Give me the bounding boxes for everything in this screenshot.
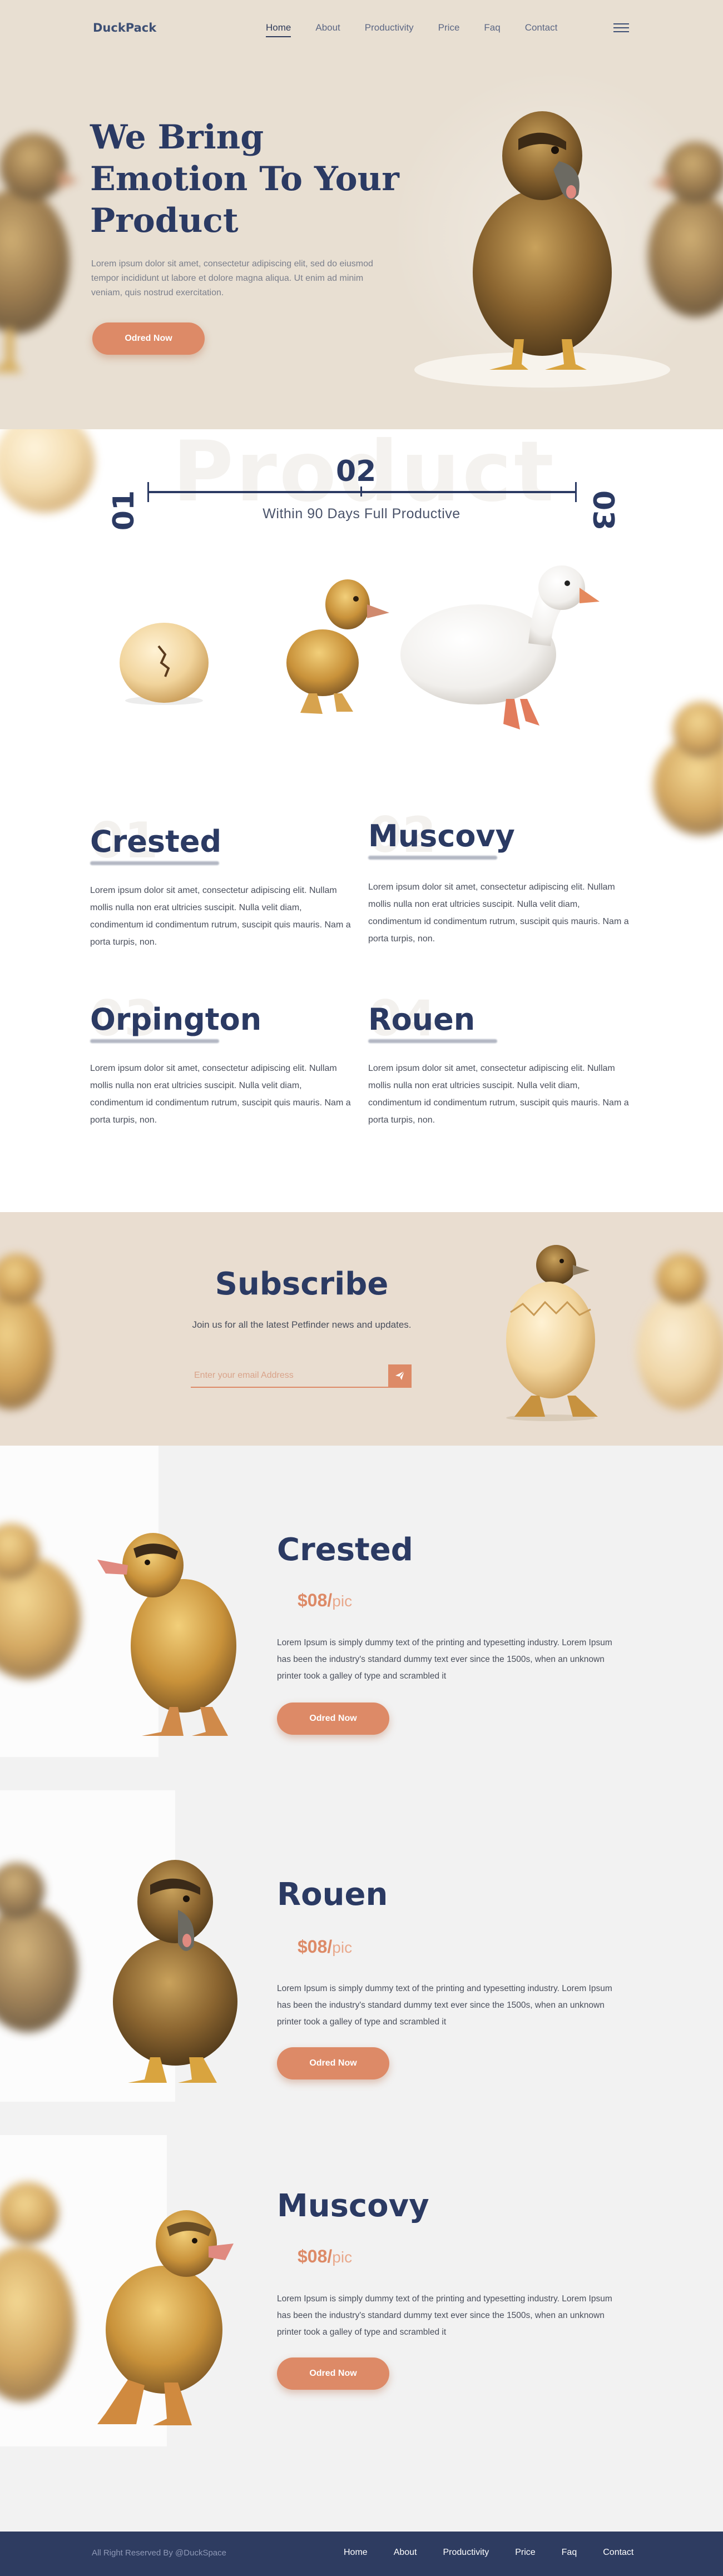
- product-duck-image: [97, 2210, 234, 2425]
- nav-links: Home About Productivity Price Faq Contac…: [266, 22, 582, 37]
- blurred-duck-image: [0, 1254, 53, 1409]
- top-navigation: DuckPack Home About Productivity Price F…: [0, 0, 723, 56]
- nav-item-productivity[interactable]: Productivity: [365, 22, 414, 33]
- order-now-button[interactable]: Odred Now: [277, 2047, 389, 2079]
- subscribe-section: Subscribe Join us for all the latest Pet…: [0, 1212, 723, 1446]
- blurred-duck-image: [653, 702, 723, 835]
- product-description: Lorem Ipsum is simply dummy text of the …: [277, 2294, 612, 2337]
- blurred-duck-image: [0, 133, 78, 373]
- nav-item-about[interactable]: About: [315, 22, 340, 33]
- footer: All Right Reserved By @DuckSpace Home Ab…: [0, 2532, 723, 2576]
- paper-plane-icon[interactable]: [388, 1364, 412, 1387]
- copyright-text: All Right Reserved By @DuckSpace: [92, 2548, 226, 2558]
- hero-title: We Bring Emotion To Your Product: [90, 117, 402, 242]
- order-now-button[interactable]: Odred Now: [277, 2357, 389, 2390]
- product-price: $08/pic: [298, 2246, 352, 2267]
- hero-title-line: We Bring: [90, 118, 264, 157]
- hamburger-icon[interactable]: [613, 23, 629, 33]
- product-duck-image: [97, 1533, 236, 1736]
- breed-description: Lorem ipsum dolor sit amet, consectetur …: [90, 1064, 351, 1125]
- price-unit: pic: [332, 2249, 353, 2266]
- product-description: Lorem Ipsum is simply dummy text of the …: [277, 1984, 612, 2027]
- price-unit: pic: [332, 1939, 353, 1956]
- price-unit: pic: [332, 1592, 353, 1610]
- product-card: Crested $08/pic Lorem Ipsum is simply du…: [0, 1446, 723, 1757]
- breed-underline: [90, 1039, 219, 1043]
- order-now-button[interactable]: Odred Now: [92, 322, 205, 355]
- breed-description: Lorem ipsum dolor sit amet, consectetur …: [368, 1064, 629, 1125]
- products-section: Crested $08/pic Lorem Ipsum is simply du…: [0, 1446, 723, 2532]
- hero-title-line: Emotion To Your: [90, 160, 399, 198]
- breed-underline: [368, 1039, 497, 1043]
- blurred-duck-image: [0, 1523, 81, 1679]
- nav-item-contact[interactable]: Contact: [525, 22, 558, 33]
- price-value: $08/: [298, 1937, 333, 1957]
- hero-title-line: Product: [90, 201, 239, 240]
- blurred-duck-image: [0, 2182, 75, 2402]
- price-value: $08/: [298, 2246, 333, 2266]
- product-name: Muscovy: [277, 2188, 429, 2224]
- breed-description: Lorem ipsum dolor sit amet, consectetur …: [368, 882, 629, 944]
- product-price: $08/pic: [298, 1937, 352, 1957]
- product-card: Rouen $08/pic Lorem Ipsum is simply dumm…: [0, 1790, 723, 2102]
- productivity-section: Product 01 02 03 Within 90 Days Full Pro…: [0, 429, 723, 1212]
- blurred-duck-image: [0, 1863, 78, 2032]
- logo[interactable]: DuckPack: [93, 21, 156, 34]
- product-card: Muscovy $08/pic Lorem Ipsum is simply du…: [0, 2135, 723, 2446]
- timeline-line: [147, 482, 577, 502]
- duckling-egg-image: [506, 1245, 598, 1421]
- breed-name: Muscovy: [368, 818, 515, 853]
- timeline-tick: [360, 487, 362, 497]
- adult-duck-image: [400, 565, 600, 729]
- breed-card: 02 Muscovy Lorem ipsum dolor sit amet, c…: [368, 806, 635, 947]
- breed-name: Rouen: [368, 1002, 476, 1037]
- nav-item-price[interactable]: Price: [438, 22, 460, 33]
- email-input[interactable]: [194, 1368, 378, 1383]
- blurred-duck-image: [637, 1254, 723, 1409]
- breed-description: Lorem ipsum dolor sit amet, consectetur …: [90, 886, 351, 947]
- blurred-egg-image: [0, 429, 95, 513]
- product-price: $08/pic: [298, 1590, 352, 1611]
- breed-name: Orpington: [90, 1002, 262, 1037]
- order-now-button[interactable]: Odred Now: [277, 1703, 389, 1735]
- breed-underline: [368, 856, 497, 860]
- product-description: Lorem Ipsum is simply dummy text of the …: [277, 1638, 612, 1681]
- hero-description: Lorem ipsum dolor sit amet, consectetur …: [91, 259, 373, 297]
- subscribe-form: [191, 1364, 412, 1388]
- hero-section: DuckPack Home About Productivity Price F…: [0, 0, 723, 429]
- nav-item-faq[interactable]: Faq: [484, 22, 500, 33]
- product-name: Rouen: [277, 1877, 388, 1913]
- breed-card: 03 Orpington Lorem ipsum dolor sit amet,…: [90, 990, 357, 1129]
- duckling-image: [286, 579, 389, 714]
- product-name: Crested: [277, 1532, 413, 1568]
- nav-item-home[interactable]: Home: [266, 22, 291, 37]
- hero-duck-image: [414, 111, 670, 388]
- product-duck-image: [113, 1860, 237, 2083]
- breed-card: 04 Rouen Lorem ipsum dolor sit amet, con…: [368, 990, 635, 1129]
- breed-card: 01 Crested Lorem ipsum dolor sit amet, c…: [90, 812, 357, 951]
- breed-name: Crested: [90, 824, 222, 859]
- breed-underline: [90, 861, 219, 865]
- egg-image: [120, 623, 209, 705]
- step-number: 02: [336, 455, 377, 488]
- price-value: $08/: [298, 1590, 333, 1610]
- timeline-caption: Within 90 Days Full Productive: [263, 506, 460, 522]
